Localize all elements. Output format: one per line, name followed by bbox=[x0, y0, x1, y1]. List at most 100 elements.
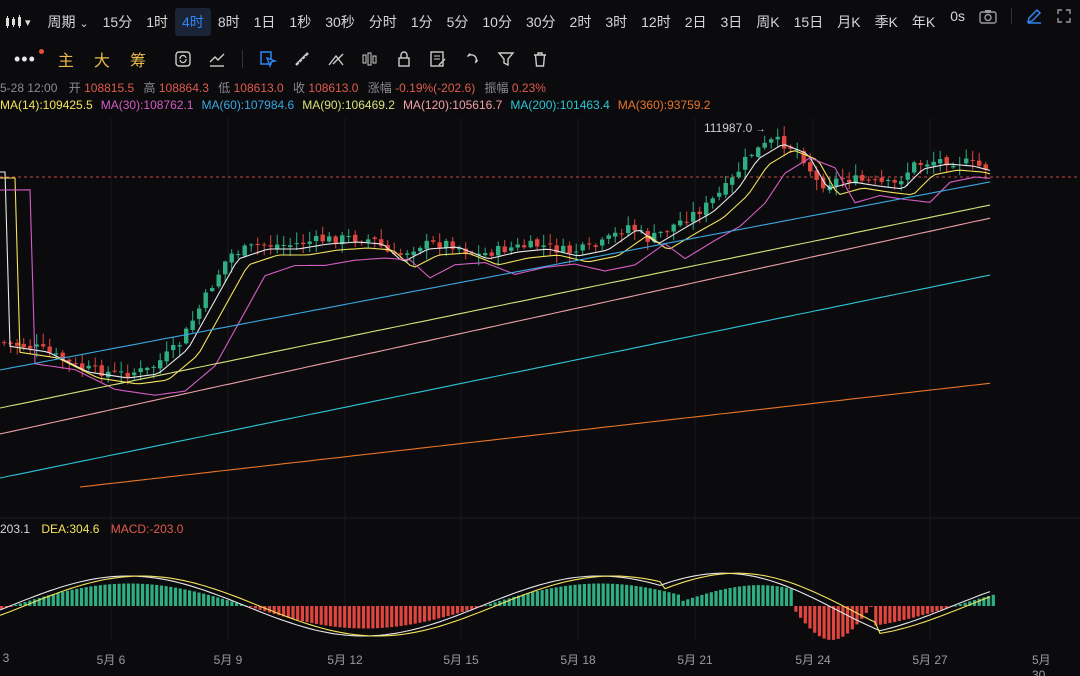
macd-bar bbox=[408, 606, 413, 625]
candle-body bbox=[541, 245, 546, 248]
macd-bar bbox=[211, 596, 215, 606]
candle-body bbox=[580, 244, 585, 251]
candle-body bbox=[574, 251, 579, 253]
macd-bar bbox=[159, 585, 163, 606]
candle-body bbox=[749, 154, 754, 156]
macd-bar bbox=[681, 600, 685, 606]
candle-body bbox=[567, 245, 572, 254]
macd-bar bbox=[329, 606, 333, 627]
change-value: -0.19%(-202.6) bbox=[395, 81, 476, 95]
macd-bar bbox=[75, 588, 79, 606]
candle-body bbox=[756, 147, 761, 157]
candle-body bbox=[626, 225, 631, 233]
close-value: 108613.0 bbox=[308, 81, 359, 95]
macd-bar bbox=[352, 606, 356, 629]
candle-body bbox=[255, 243, 260, 245]
dea-value: DEA:304.6 bbox=[41, 522, 100, 536]
time-axis-label: 5月 15 bbox=[443, 653, 479, 667]
candle-body bbox=[54, 353, 59, 355]
macd-bar bbox=[206, 594, 210, 606]
macd-bar bbox=[423, 606, 427, 622]
macd-bar bbox=[587, 583, 591, 606]
macd-bar bbox=[897, 606, 901, 622]
macd-bar bbox=[893, 606, 897, 623]
macd-bar bbox=[117, 583, 121, 606]
macd-bar bbox=[376, 606, 380, 629]
candle-body bbox=[866, 179, 871, 181]
candle-body bbox=[717, 192, 722, 197]
macd-bar bbox=[366, 606, 370, 629]
macd-bar bbox=[18, 603, 22, 606]
candle-body bbox=[931, 161, 936, 166]
macd-bar bbox=[855, 606, 859, 625]
macd-bar bbox=[813, 606, 817, 633]
macd-bar bbox=[451, 606, 455, 615]
macd-bar bbox=[173, 587, 178, 606]
candle-body bbox=[2, 342, 7, 344]
candle-body bbox=[535, 239, 540, 247]
candle-body bbox=[353, 234, 358, 242]
time-axis-label: 5月 6 bbox=[96, 653, 126, 667]
ma-legend-item: MA(360):93759.2 bbox=[617, 98, 711, 112]
macd-bar bbox=[596, 583, 601, 606]
macd-bar bbox=[197, 592, 201, 606]
macd-bar bbox=[150, 584, 154, 606]
candle-body bbox=[275, 244, 280, 249]
time-axis-label: 5月 18 bbox=[560, 653, 596, 667]
candle-body bbox=[405, 253, 410, 255]
candle-body bbox=[970, 159, 975, 161]
macd-bar bbox=[202, 593, 206, 606]
macd-bar bbox=[667, 592, 671, 606]
macd-bar bbox=[413, 606, 417, 624]
candle-body bbox=[242, 245, 247, 256]
macd-bar bbox=[747, 585, 751, 606]
candle-body bbox=[184, 328, 189, 344]
macd-bar bbox=[911, 606, 915, 618]
macd-bar bbox=[136, 583, 140, 606]
macd-bar bbox=[122, 583, 126, 606]
macd-bar bbox=[761, 585, 765, 606]
candle-body bbox=[268, 245, 273, 247]
macd-bar bbox=[305, 606, 309, 623]
candle-body bbox=[951, 165, 956, 168]
candle-body bbox=[307, 241, 312, 244]
macd-bar bbox=[615, 584, 619, 606]
ma120-line bbox=[0, 217, 991, 435]
candle-body bbox=[138, 368, 143, 373]
candle-body bbox=[437, 242, 442, 248]
macd-bar bbox=[935, 606, 939, 612]
macd-bar bbox=[65, 590, 69, 606]
macd-bar bbox=[371, 606, 375, 629]
candle-body bbox=[593, 245, 598, 247]
candle-body bbox=[619, 233, 624, 235]
ma360-line bbox=[79, 382, 991, 488]
candle-body bbox=[873, 179, 878, 181]
candle-body bbox=[288, 245, 293, 247]
candle-body bbox=[145, 367, 150, 371]
time-axis-label: 3 bbox=[2, 651, 10, 665]
macd-bar bbox=[827, 606, 831, 640]
macd-bar bbox=[700, 594, 704, 606]
macd-bar bbox=[131, 583, 135, 606]
macd-bar bbox=[620, 584, 624, 606]
macd-bar bbox=[94, 585, 98, 606]
candle-body bbox=[119, 371, 124, 373]
macd-bar bbox=[737, 586, 742, 606]
macd-bar bbox=[169, 586, 173, 606]
macd-bar bbox=[437, 606, 441, 619]
high-value: 108864.3 bbox=[158, 81, 209, 95]
candle-body bbox=[918, 163, 923, 166]
macd-bar bbox=[611, 583, 615, 606]
macd-bar bbox=[695, 596, 699, 606]
macd-bar bbox=[606, 583, 610, 606]
candle-body bbox=[398, 253, 403, 255]
candle-body bbox=[314, 235, 319, 242]
macd-bar bbox=[559, 586, 563, 606]
macd-bar bbox=[188, 590, 192, 606]
macd-bar bbox=[878, 606, 883, 625]
macd-bar bbox=[916, 606, 920, 617]
macd-bar bbox=[907, 606, 911, 619]
macd-bar bbox=[803, 606, 807, 624]
candle-body bbox=[164, 351, 169, 362]
candle-body bbox=[561, 245, 566, 252]
